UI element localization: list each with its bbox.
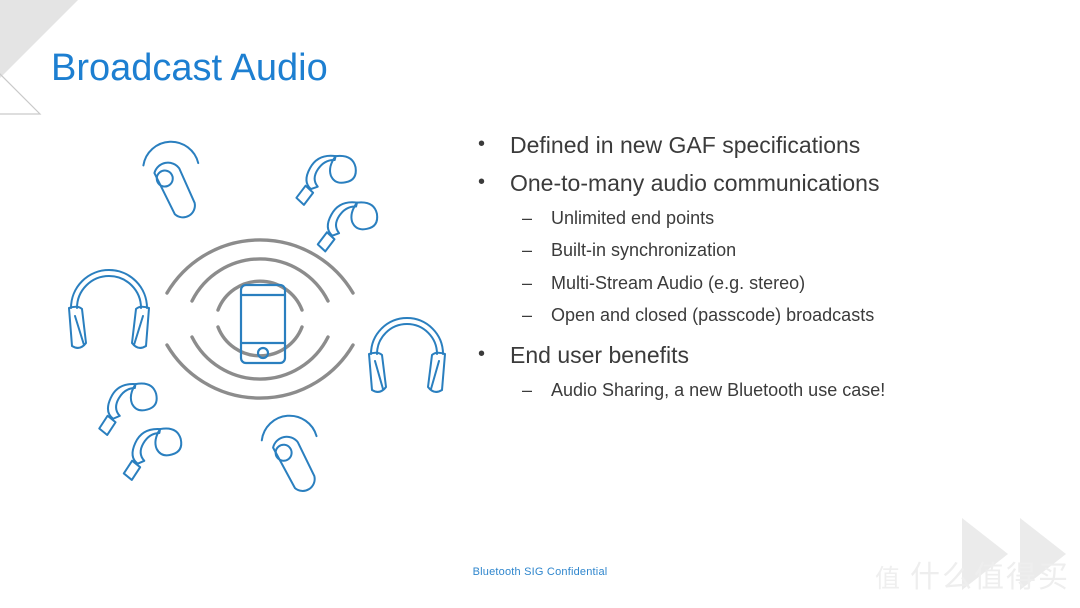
sub-bullet-marker: – xyxy=(522,304,533,325)
headphones-icon-left xyxy=(68,269,150,349)
bullet-text: One-to-many audio communications xyxy=(510,170,880,197)
sub-bullet-item: – Built-in synchronization xyxy=(522,238,1038,262)
sub-bullet-text: Built-in synchronization xyxy=(551,240,737,261)
broadcast-audio-illustration xyxy=(68,140,446,492)
bullet-item: • One-to-many audio communications xyxy=(478,168,1038,199)
sub-bullet-text: Unlimited end points xyxy=(551,208,715,229)
bullet-item: • End user benefits xyxy=(478,340,1038,371)
sub-bullet-item: – Open and closed (passcode) broadcasts xyxy=(522,303,1038,327)
bullet-text: Defined in new GAF specifications xyxy=(510,132,861,158)
earbud-pair-icon-top-right xyxy=(295,154,379,253)
sub-bullet-text: Multi-Stream Audio (e.g. stereo) xyxy=(551,272,806,293)
sub-bullet-marker: – xyxy=(522,208,533,229)
headphones-icon-right xyxy=(368,317,446,393)
sub-bullet-text: Audio Sharing, a new Bluetooth use case! xyxy=(551,380,886,401)
site-watermark: 值什么值得买 xyxy=(875,552,1070,596)
sub-bullet-text: Open and closed (passcode) broadcasts xyxy=(551,304,875,325)
watermark-badge: 值 xyxy=(874,564,902,593)
hook-earbud-icon-bottom xyxy=(260,414,318,492)
watermark-text: 什么值得买 xyxy=(910,560,1070,595)
sub-bullet-marker: – xyxy=(522,240,533,261)
sub-bullet-item: – Audio Sharing, a new Bluetooth use cas… xyxy=(522,378,1038,402)
corner-chevron-outline-top-left xyxy=(0,73,42,115)
bullet-marker: • xyxy=(478,171,486,194)
bullet-marker: • xyxy=(478,343,486,366)
sub-bullet-item: – Unlimited end points xyxy=(522,206,1038,230)
sub-bullet-item: – Multi-Stream Audio (e.g. stereo) xyxy=(522,271,1038,295)
sub-bullet-marker: – xyxy=(522,272,533,293)
bullet-text: End user benefits xyxy=(510,342,690,369)
page-title: Broadcast Audio xyxy=(51,47,328,89)
earbud-pair-icon-bottom-left xyxy=(98,382,183,481)
broadcast-waves-icon xyxy=(165,238,355,400)
hook-earbud-icon-top-left xyxy=(142,140,200,219)
sub-bullet-marker: – xyxy=(522,380,533,401)
bullet-marker: • xyxy=(478,133,486,155)
slide-body-content: • Defined in new GAF specifications • On… xyxy=(478,130,1038,411)
bullet-item: • Defined in new GAF specifications xyxy=(478,130,1038,161)
